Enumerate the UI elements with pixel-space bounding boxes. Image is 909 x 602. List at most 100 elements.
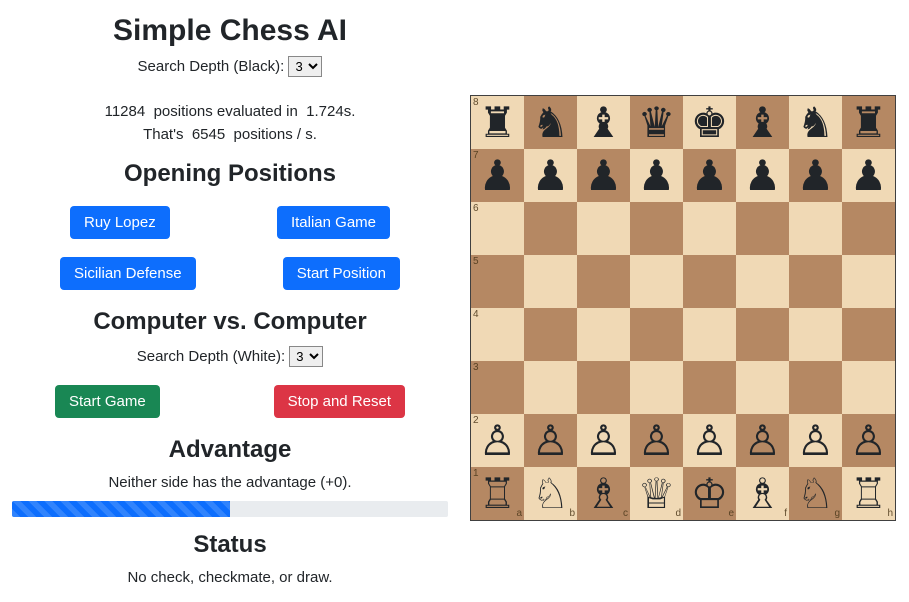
square-g2[interactable]: ♙ [789,414,842,467]
square-h7[interactable]: ♟ [842,149,895,202]
square-h2[interactable]: ♙ [842,414,895,467]
square-f1[interactable]: ♗f [736,467,789,520]
square-f6[interactable] [736,202,789,255]
piece-wN[interactable]: ♘ [797,473,835,515]
square-d3[interactable] [630,361,683,414]
italian-game-button[interactable]: Italian Game [277,206,390,239]
search-depth-white-select[interactable]: 3 [289,346,323,367]
start-position-button[interactable]: Start Position [283,257,400,290]
square-e2[interactable]: ♙ [683,414,736,467]
square-d1[interactable]: ♕d [630,467,683,520]
square-e5[interactable] [683,255,736,308]
piece-wB[interactable]: ♗ [585,473,623,515]
chessboard[interactable]: ♜8♞♝♛♚♝♞♜♟7♟♟♟♟♟♟♟6543♙2♙♙♙♙♙♙♙♖1a♘b♗c♕d… [470,95,896,521]
square-d8[interactable]: ♛ [630,96,683,149]
square-e4[interactable] [683,308,736,361]
piece-wR[interactable]: ♖ [850,473,888,515]
square-d5[interactable] [630,255,683,308]
piece-wR[interactable]: ♖ [479,473,517,515]
piece-wP[interactable]: ♙ [850,420,888,462]
piece-bR[interactable]: ♜ [850,102,888,144]
square-c1[interactable]: ♗c [577,467,630,520]
square-a2[interactable]: ♙2 [471,414,524,467]
piece-bB[interactable]: ♝ [585,102,623,144]
square-a1[interactable]: ♖1a [471,467,524,520]
square-f2[interactable]: ♙ [736,414,789,467]
piece-wK[interactable]: ♔ [691,473,729,515]
square-h4[interactable] [842,308,895,361]
square-b3[interactable] [524,361,577,414]
square-d4[interactable] [630,308,683,361]
square-a8[interactable]: ♜8 [471,96,524,149]
square-c4[interactable] [577,308,630,361]
square-g1[interactable]: ♘g [789,467,842,520]
piece-wP[interactable]: ♙ [691,420,729,462]
square-g3[interactable] [789,361,842,414]
square-e1[interactable]: ♔e [683,467,736,520]
stop-reset-button[interactable]: Stop and Reset [274,385,405,418]
square-e8[interactable]: ♚ [683,96,736,149]
search-depth-black-select[interactable]: 3 [288,56,322,77]
piece-bP[interactable]: ♟ [479,155,517,197]
square-c8[interactable]: ♝ [577,96,630,149]
square-c7[interactable]: ♟ [577,149,630,202]
square-e6[interactable] [683,202,736,255]
square-c3[interactable] [577,361,630,414]
square-e7[interactable]: ♟ [683,149,736,202]
piece-bP[interactable]: ♟ [585,155,623,197]
square-e3[interactable] [683,361,736,414]
square-f4[interactable] [736,308,789,361]
start-game-button[interactable]: Start Game [55,385,160,418]
piece-wP[interactable]: ♙ [744,420,782,462]
square-b7[interactable]: ♟ [524,149,577,202]
square-g5[interactable] [789,255,842,308]
piece-wB[interactable]: ♗ [744,473,782,515]
square-h1[interactable]: ♖h [842,467,895,520]
square-h3[interactable] [842,361,895,414]
square-g4[interactable] [789,308,842,361]
piece-bN[interactable]: ♞ [797,102,835,144]
square-f7[interactable]: ♟ [736,149,789,202]
square-c2[interactable]: ♙ [577,414,630,467]
piece-wP[interactable]: ♙ [585,420,623,462]
piece-bP[interactable]: ♟ [797,155,835,197]
square-f8[interactable]: ♝ [736,96,789,149]
square-g7[interactable]: ♟ [789,149,842,202]
square-a7[interactable]: ♟7 [471,149,524,202]
piece-bN[interactable]: ♞ [532,102,570,144]
square-a4[interactable]: 4 [471,308,524,361]
square-a3[interactable]: 3 [471,361,524,414]
square-d6[interactable] [630,202,683,255]
square-b1[interactable]: ♘b [524,467,577,520]
square-g8[interactable]: ♞ [789,96,842,149]
piece-bQ[interactable]: ♛ [638,102,676,144]
piece-wP[interactable]: ♙ [532,420,570,462]
square-b6[interactable] [524,202,577,255]
piece-wP[interactable]: ♙ [797,420,835,462]
piece-wN[interactable]: ♘ [532,473,570,515]
square-h5[interactable] [842,255,895,308]
square-b2[interactable]: ♙ [524,414,577,467]
piece-wP[interactable]: ♙ [638,420,676,462]
square-a5[interactable]: 5 [471,255,524,308]
square-b8[interactable]: ♞ [524,96,577,149]
piece-bP[interactable]: ♟ [691,155,729,197]
square-c6[interactable] [577,202,630,255]
piece-wQ[interactable]: ♕ [638,473,676,515]
ruy-lopez-button[interactable]: Ruy Lopez [70,206,170,239]
square-h6[interactable] [842,202,895,255]
square-f5[interactable] [736,255,789,308]
square-h8[interactable]: ♜ [842,96,895,149]
square-f3[interactable] [736,361,789,414]
sicilian-defense-button[interactable]: Sicilian Defense [60,257,196,290]
square-d2[interactable]: ♙ [630,414,683,467]
square-g6[interactable] [789,202,842,255]
square-c5[interactable] [577,255,630,308]
square-d7[interactable]: ♟ [630,149,683,202]
piece-bP[interactable]: ♟ [638,155,676,197]
square-b5[interactable] [524,255,577,308]
square-b4[interactable] [524,308,577,361]
piece-bP[interactable]: ♟ [850,155,888,197]
piece-bK[interactable]: ♚ [691,102,729,144]
piece-bR[interactable]: ♜ [479,102,517,144]
